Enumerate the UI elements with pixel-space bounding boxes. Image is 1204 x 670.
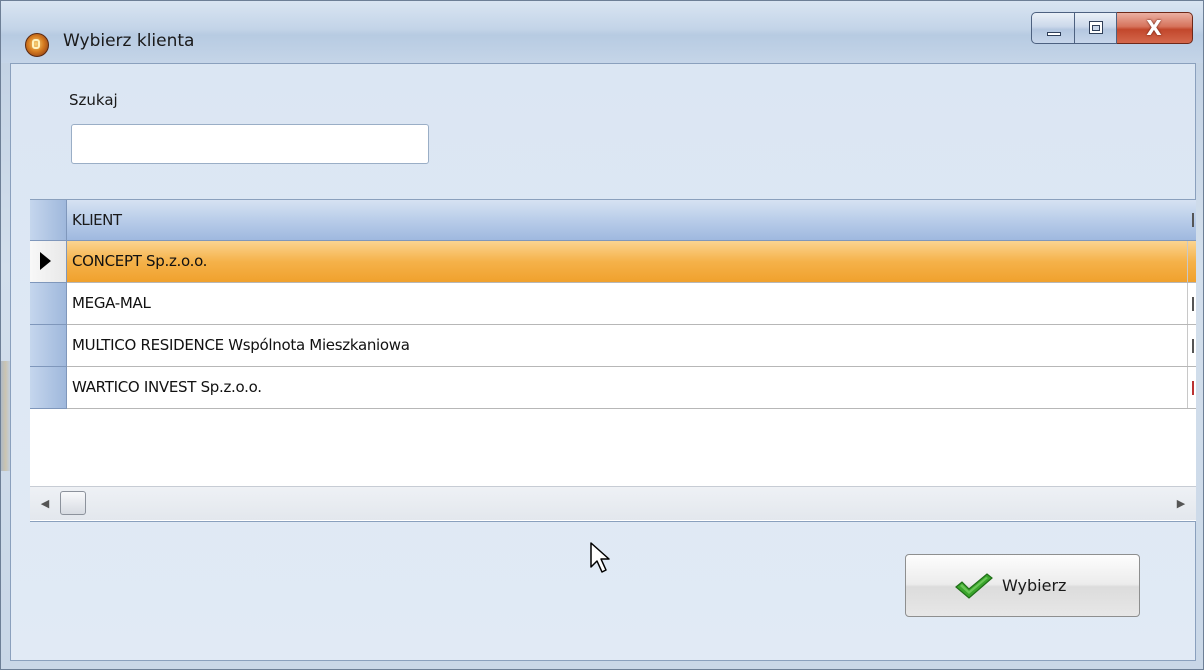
row-header-cell[interactable] bbox=[30, 241, 67, 283]
table-row[interactable]: MULTICO RESIDENCE Wspólnota Mieszkaniowa bbox=[30, 325, 1196, 367]
cell-separator bbox=[1187, 367, 1188, 408]
cell-klient[interactable]: WARTICO INVEST Sp.z.o.o. bbox=[72, 378, 262, 396]
close-button[interactable]: X bbox=[1117, 12, 1193, 44]
current-row-arrow-icon bbox=[40, 252, 51, 270]
cell-klient[interactable]: CONCEPT Sp.z.o.o. bbox=[72, 252, 207, 270]
scrollbar-thumb[interactable] bbox=[60, 491, 86, 515]
column-edge-mark bbox=[1192, 213, 1194, 227]
row-header-cell[interactable] bbox=[30, 367, 67, 409]
cell-separator bbox=[1187, 283, 1188, 324]
cell-edge-mark bbox=[1192, 381, 1194, 395]
cell-edge-mark bbox=[1192, 297, 1194, 311]
table-row[interactable]: CONCEPT Sp.z.o.o. bbox=[30, 241, 1196, 283]
row-header-cell[interactable] bbox=[30, 283, 67, 325]
minimize-icon bbox=[1047, 32, 1061, 36]
grid-header: KLIENT bbox=[30, 200, 1196, 241]
cell-edge-mark bbox=[1192, 339, 1194, 353]
dialog-window: Wybierz klienta X Szukaj KLIENT CONCEPT … bbox=[0, 0, 1204, 670]
cell-klient[interactable]: MEGA-MAL bbox=[72, 294, 151, 312]
select-button-label: Wybierz bbox=[1002, 576, 1067, 595]
search-label: Szukaj bbox=[69, 91, 118, 109]
search-input[interactable] bbox=[71, 124, 429, 164]
maximize-button[interactable] bbox=[1075, 12, 1117, 44]
table-row[interactable]: WARTICO INVEST Sp.z.o.o. bbox=[30, 367, 1196, 409]
column-header-klient[interactable]: KLIENT bbox=[72, 211, 122, 229]
select-button[interactable]: Wybierz bbox=[905, 554, 1140, 617]
background-strip bbox=[1, 361, 10, 471]
minimize-button[interactable] bbox=[1031, 12, 1075, 44]
row-header-cell[interactable] bbox=[30, 325, 67, 367]
checkmark-icon bbox=[955, 573, 993, 599]
cell-separator bbox=[1187, 241, 1188, 282]
window-title: Wybierz klienta bbox=[63, 31, 195, 51]
mouse-cursor-icon bbox=[590, 542, 610, 573]
maximize-icon bbox=[1089, 21, 1103, 34]
table-row[interactable]: MEGA-MAL bbox=[30, 283, 1196, 325]
clients-grid: KLIENT CONCEPT Sp.z.o.o. MEGA-MAL MULTIC… bbox=[30, 199, 1196, 522]
cell-separator bbox=[1187, 325, 1188, 366]
grid-corner-cell bbox=[30, 200, 67, 241]
title-bar[interactable]: Wybierz klienta X bbox=[1, 1, 1203, 63]
arrow-right-icon[interactable]: ▶ bbox=[1166, 487, 1196, 520]
close-icon: X bbox=[1146, 16, 1162, 40]
horizontal-scrollbar[interactable]: ◀ ▶ bbox=[30, 486, 1196, 520]
arrow-left-icon[interactable]: ◀ bbox=[30, 487, 60, 520]
cell-klient[interactable]: MULTICO RESIDENCE Wspólnota Mieszkaniowa bbox=[72, 336, 410, 354]
app-icon bbox=[25, 33, 49, 57]
window-controls: X bbox=[1031, 12, 1193, 44]
